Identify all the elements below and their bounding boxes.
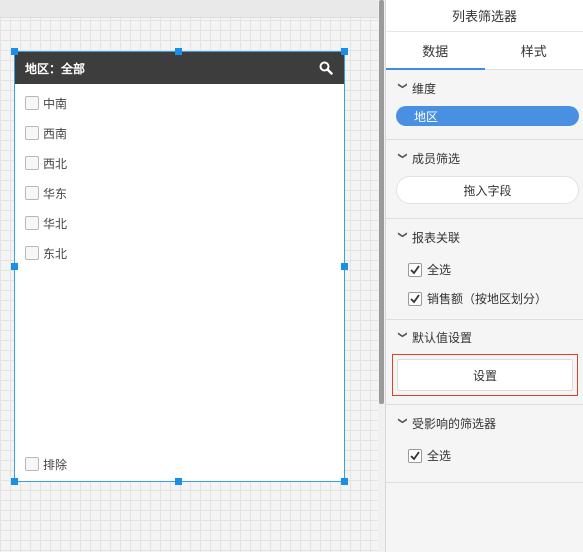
canvas-scrollbar[interactable] xyxy=(378,0,385,552)
default-value-section-header[interactable]: ❯ 默认值设置 xyxy=(392,320,577,354)
report-link-item[interactable]: 销售额（按地区划分） xyxy=(392,284,577,313)
tab-style[interactable]: 样式 xyxy=(485,32,583,69)
section-label: 报表关联 xyxy=(412,230,461,245)
resize-handle-bottom[interactable] xyxy=(175,478,182,485)
checkbox-label: 全选 xyxy=(427,449,452,463)
checkbox[interactable] xyxy=(25,216,39,230)
checkbox-checked[interactable] xyxy=(408,448,422,463)
report-link-select-all[interactable]: 全选 xyxy=(392,255,577,284)
checkbox[interactable] xyxy=(25,156,39,170)
list-item[interactable]: 东北 xyxy=(15,238,344,268)
resize-handle-top[interactable] xyxy=(175,48,182,55)
settings-button[interactable]: 设置 xyxy=(397,359,573,391)
canvas-toolbar xyxy=(0,0,378,18)
checkbox-label: 销售额（按地区划分） xyxy=(427,292,548,306)
list-filter-widget[interactable]: 地区：全部 中南 西南 西北 华东 华北 东北 排除 xyxy=(14,51,345,482)
list-item-label: 中南 xyxy=(43,96,68,111)
widget-title: 地区：全部 xyxy=(25,61,86,76)
checkbox-label: 全选 xyxy=(427,263,452,277)
member-filter-section: ❯ 成员筛选 拖入字段 xyxy=(386,140,583,219)
exclude-option[interactable]: 排除 xyxy=(15,449,67,479)
list-item[interactable]: 西北 xyxy=(15,148,344,178)
settings-highlight: 设置 xyxy=(392,354,578,396)
panel-tabs: 数据 样式 xyxy=(386,32,583,70)
chevron-down-icon: ❯ xyxy=(397,231,407,239)
chevron-down-icon: ❯ xyxy=(397,417,407,425)
list-item-label: 东北 xyxy=(43,246,68,261)
dimension-section-header[interactable]: ❯ 维度 xyxy=(392,70,577,106)
default-value-section: ❯ 默认值设置 设置 xyxy=(386,320,583,405)
panel-title: 列表筛选器 xyxy=(386,0,583,32)
resize-handle-right[interactable] xyxy=(341,263,348,270)
list-item-label: 华东 xyxy=(43,186,68,201)
affected-filters-section-header[interactable]: ❯ 受影响的筛选器 xyxy=(392,405,577,441)
canvas-area: 地区：全部 中南 西南 西北 华东 华北 东北 排除 xyxy=(0,0,378,552)
section-label: 默认值设置 xyxy=(412,330,473,345)
list-item[interactable]: 中南 xyxy=(15,88,344,118)
resize-handle-left[interactable] xyxy=(11,263,18,270)
resize-handle-top-left[interactable] xyxy=(11,48,18,55)
report-link-section: ❯ 报表关联 全选 销售额（按地区划分） xyxy=(386,219,583,320)
list-item[interactable]: 西南 xyxy=(15,118,344,148)
properties-panel: 列表筛选器 数据 样式 ❯ 维度 地区 ❯ 成员筛选 拖入字段 ❯ 报表关联 全… xyxy=(385,0,583,552)
tab-data[interactable]: 数据 xyxy=(386,32,485,70)
list-item[interactable]: 华北 xyxy=(15,208,344,238)
list-item-label: 西南 xyxy=(43,126,68,141)
checkbox[interactable] xyxy=(25,246,39,260)
widget-header: 地区：全部 xyxy=(15,52,344,84)
chevron-down-icon: ❯ xyxy=(397,152,407,160)
resize-handle-top-right[interactable] xyxy=(341,48,348,55)
exclude-checkbox[interactable] xyxy=(25,457,39,471)
dimension-section: ❯ 维度 地区 xyxy=(386,70,583,140)
checkbox[interactable] xyxy=(25,126,39,140)
checkbox-checked[interactable] xyxy=(408,262,422,277)
section-label: 成员筛选 xyxy=(412,151,461,166)
list-item-label: 西北 xyxy=(43,156,68,171)
dimension-field-pill[interactable]: 地区 xyxy=(396,106,579,126)
checkbox[interactable] xyxy=(25,186,39,200)
section-label: 受影响的筛选器 xyxy=(412,416,497,431)
resize-handle-bottom-left[interactable] xyxy=(11,478,18,485)
affected-filters-section: ❯ 受影响的筛选器 全选 xyxy=(386,405,583,483)
scrollbar-thumb[interactable] xyxy=(379,0,384,404)
drag-field-dropzone[interactable]: 拖入字段 xyxy=(396,176,579,204)
chevron-down-icon: ❯ xyxy=(397,82,407,90)
checkbox-checked[interactable] xyxy=(408,291,422,306)
report-link-section-header[interactable]: ❯ 报表关联 xyxy=(392,219,577,255)
exclude-label: 排除 xyxy=(43,457,68,472)
chevron-down-icon: ❯ xyxy=(397,331,407,339)
member-filter-section-header[interactable]: ❯ 成员筛选 xyxy=(392,140,577,176)
filter-item-list: 中南 西南 西北 华东 华北 东北 xyxy=(15,84,344,268)
search-icon[interactable] xyxy=(318,60,334,76)
affected-select-all[interactable]: 全选 xyxy=(392,441,577,470)
section-label: 维度 xyxy=(412,81,437,96)
list-item[interactable]: 华东 xyxy=(15,178,344,208)
checkbox[interactable] xyxy=(25,96,39,110)
resize-handle-bottom-right[interactable] xyxy=(341,478,348,485)
list-item-label: 华北 xyxy=(43,216,68,231)
